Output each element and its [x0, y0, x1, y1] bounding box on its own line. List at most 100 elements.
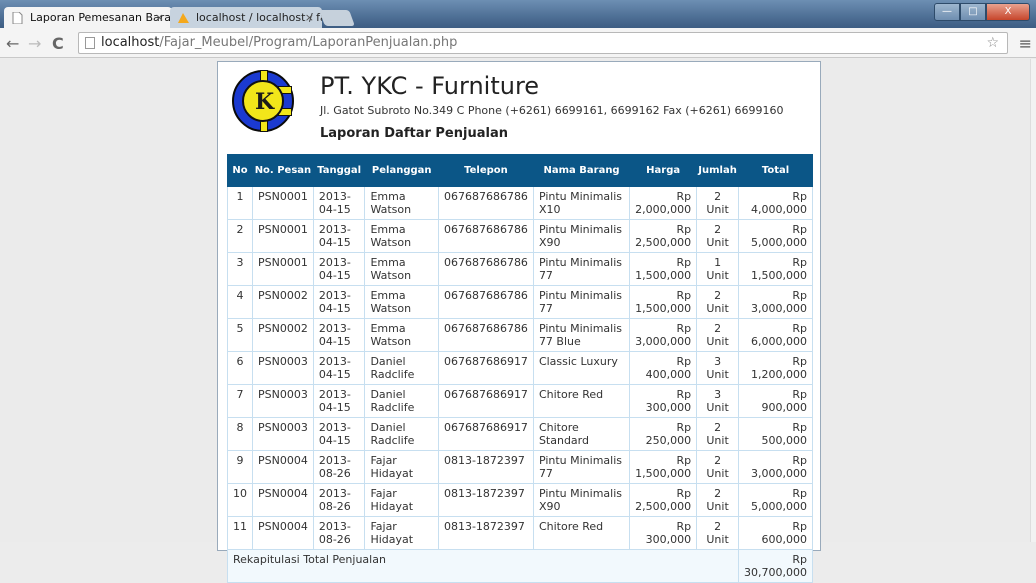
cell-harga: Rp 2,500,000	[629, 483, 698, 517]
tab-close-icon[interactable]: ×	[155, 7, 164, 29]
back-icon[interactable]: ←	[6, 34, 19, 53]
cell-no: 5	[227, 318, 253, 352]
page-icon	[85, 37, 95, 49]
cell-telepon: 067687686917	[437, 351, 534, 385]
cell-barang: Chitore Red	[532, 384, 631, 418]
bookmark-star-icon[interactable]: ☆	[986, 33, 999, 53]
cell-telepon: 067687686786	[437, 285, 534, 319]
cell-pesan: PSN0004	[252, 483, 314, 517]
cell-barang: Pintu Minimalis X90	[532, 483, 631, 517]
cell-tanggal: 2013-04-15	[312, 186, 366, 220]
cell-pelanggan: Emma Watson	[364, 252, 439, 286]
col-no-pesan: No. Pesan	[252, 154, 314, 187]
window-controls: — □ X	[934, 3, 1030, 21]
cell-harga: Rp 300,000	[629, 384, 698, 418]
page-icon	[12, 12, 23, 24]
report-title: Laporan Daftar Penjualan	[320, 126, 508, 141]
cell-jumlah: 2 Unit	[696, 516, 739, 550]
cell-pelanggan: Daniel Radclife	[364, 351, 439, 385]
cell-no: 3	[227, 252, 253, 286]
cell-pesan: PSN0004	[252, 450, 314, 484]
minimize-button[interactable]: —	[934, 3, 960, 21]
tab-laporan[interactable]: Laporan Pemesanan Barai ×	[4, 7, 172, 29]
cell-telepon: 067687686786	[437, 252, 534, 286]
cell-tanggal: 2013-04-15	[312, 417, 366, 451]
cell-total: Rp 3,000,000	[737, 285, 814, 319]
cell-jumlah: 2 Unit	[696, 285, 739, 319]
cell-pesan: PSN0001	[252, 252, 314, 286]
cell-tanggal: 2013-08-26	[312, 483, 366, 517]
cell-tanggal: 2013-08-26	[312, 450, 366, 484]
col-pelanggan: Pelanggan	[364, 154, 439, 187]
table-row: 11 PSN0004 2013-08-26 Fajar Hidayat 0813-187…	[227, 516, 814, 550]
summary-label: Rekapitulasi Total Penjualan	[227, 549, 739, 583]
page-viewport: K PT. YKC - Furniture Jl. Gatot Subroto …	[0, 59, 1036, 583]
cell-total: Rp 5,000,000	[737, 219, 814, 253]
forward-icon[interactable]: →	[28, 34, 41, 53]
cell-harga: Rp 1,500,000	[629, 252, 698, 286]
cell-total: Rp 500,000	[737, 417, 814, 451]
url-path: /Fajar_Meubel/Program/LaporanPenjualan.p…	[159, 35, 458, 50]
cell-pesan: PSN0001	[252, 186, 314, 220]
sales-table: No No. Pesan Tanggal Pelanggan Telepon N…	[227, 154, 814, 583]
close-button[interactable]: X	[986, 3, 1030, 21]
reload-icon[interactable]: C	[52, 34, 64, 53]
menu-icon[interactable]: ≡	[1019, 34, 1032, 53]
cell-pelanggan: Fajar Hidayat	[364, 516, 439, 550]
address-bar[interactable]: localhost/Fajar_Meubel/Program/LaporanPe…	[78, 32, 1008, 54]
cell-harga: Rp 2,000,000	[629, 186, 698, 220]
col-nama-barang: Nama Barang	[532, 154, 631, 187]
cell-pesan: PSN0003	[252, 417, 314, 451]
cell-total: Rp 5,000,000	[737, 483, 814, 517]
cell-no: 9	[227, 450, 253, 484]
cell-barang: Classic Luxury	[532, 351, 631, 385]
cell-harga: Rp 3,000,000	[629, 318, 698, 352]
cell-barang: Pintu Minimalis 77	[532, 450, 631, 484]
cell-telepon: 067687686786	[437, 219, 534, 253]
col-harga: Harga	[629, 154, 698, 187]
browser-titlebar: Laporan Pemesanan Barai × localhost / lo…	[0, 0, 1036, 29]
cell-jumlah: 3 Unit	[696, 351, 739, 385]
col-total: Total	[737, 154, 814, 187]
maximize-button[interactable]: □	[960, 3, 986, 21]
cell-jumlah: 2 Unit	[696, 450, 739, 484]
cell-barang: Pintu Minimalis X90	[532, 219, 631, 253]
cell-barang: Pintu Minimalis 77	[532, 252, 631, 286]
cell-barang: Pintu Minimalis 77 Blue	[532, 318, 631, 352]
cell-tanggal: 2013-04-15	[312, 351, 366, 385]
table-row: 9 PSN0004 2013-08-26 Fajar Hidayat 0813-1872…	[227, 450, 814, 484]
cell-no: 2	[227, 219, 253, 253]
cell-pelanggan: Fajar Hidayat	[364, 483, 439, 517]
cell-barang: Pintu Minimalis 77	[532, 285, 631, 319]
cell-harga: Rp 250,000	[629, 417, 698, 451]
cell-pelanggan: Emma Watson	[364, 285, 439, 319]
cell-tanggal: 2013-04-15	[312, 384, 366, 418]
cell-telepon: 0813-1872397	[437, 483, 534, 517]
tab-phpmyadmin[interactable]: localhost / localhost / faz ×	[170, 7, 322, 29]
tab-close-icon[interactable]: ×	[305, 7, 314, 29]
cell-no: 7	[227, 384, 253, 418]
cell-telepon: 0813-1872397	[437, 516, 534, 550]
cell-total: Rp 3,000,000	[737, 450, 814, 484]
cell-harga: Rp 400,000	[629, 351, 698, 385]
cell-pelanggan: Emma Watson	[364, 186, 439, 220]
scrollbar[interactable]	[1030, 59, 1036, 542]
url-host: localhost	[101, 35, 160, 50]
table-row: 10 PSN0004 2013-08-26 Fajar Hidayat 0813-187…	[227, 483, 814, 517]
table-row: 1 PSN0001 2013-04-15 Emma Watson 06768768678…	[227, 186, 814, 220]
new-tab-button[interactable]	[319, 10, 355, 26]
browser-toolbar: ← → C localhost/Fajar_Meubel/Program/Lap…	[0, 28, 1036, 58]
cell-pesan: PSN0002	[252, 285, 314, 319]
cell-jumlah: 2 Unit	[696, 318, 739, 352]
company-logo: K	[232, 70, 294, 132]
cell-total: Rp 6,000,000	[737, 318, 814, 352]
cell-pesan: PSN0003	[252, 384, 314, 418]
cell-no: 1	[227, 186, 253, 220]
cell-tanggal: 2013-04-15	[312, 285, 366, 319]
cell-jumlah: 2 Unit	[696, 483, 739, 517]
table-body: 1 PSN0001 2013-04-15 Emma Watson 06768768678…	[227, 186, 814, 550]
cell-barang: Chitore Standard	[532, 417, 631, 451]
phpmyadmin-icon	[178, 13, 189, 23]
cell-total: Rp 4,000,000	[737, 186, 814, 220]
tab-title: localhost / localhost / faz	[196, 11, 322, 24]
